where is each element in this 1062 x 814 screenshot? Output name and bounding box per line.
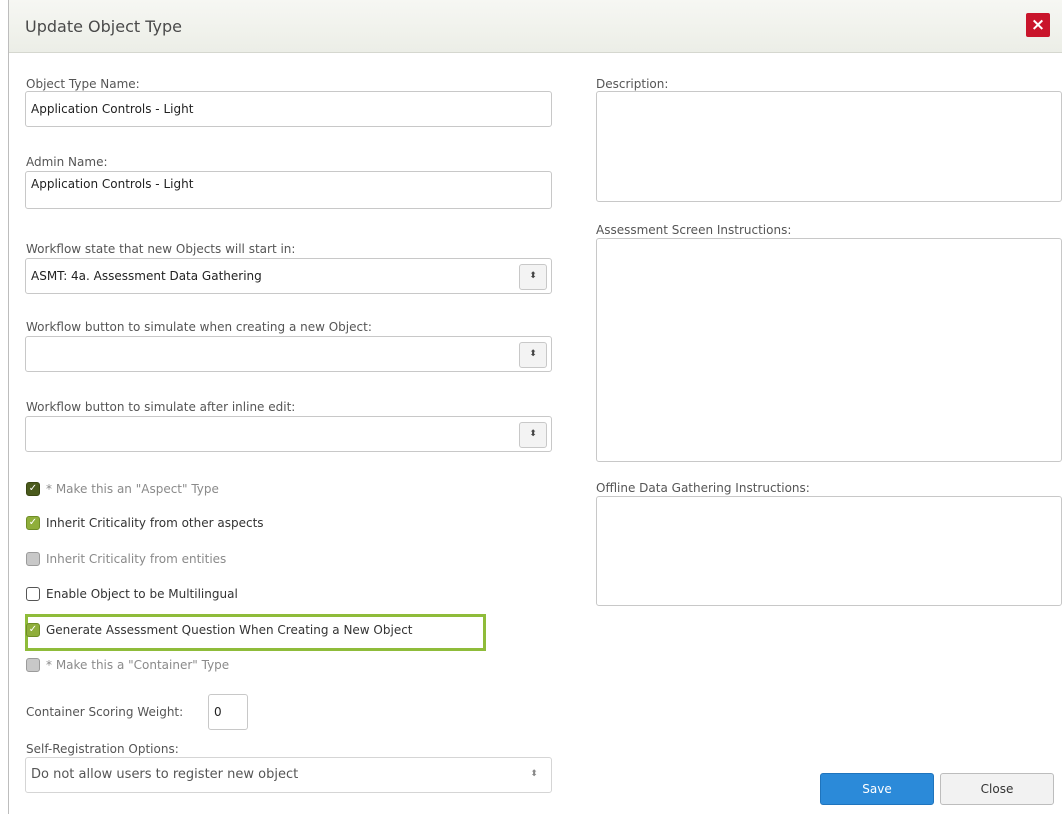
checkbox-inherit-criticality-aspects[interactable]: ✓ Inherit Criticality from other aspects [26, 515, 264, 535]
select-arrows-icon: ⬍ [530, 769, 538, 779]
checkbox-container-type[interactable]: * Make this a "Container" Type [26, 657, 229, 677]
object-type-name-label: Object Type Name: [26, 77, 140, 91]
close-button[interactable]: Close [940, 773, 1054, 805]
select-arrows-icon: ⬍ [519, 264, 547, 290]
description-textarea[interactable] [596, 91, 1062, 202]
dialog-title: Update Object Type [25, 17, 182, 36]
select-arrows-icon: ⬍ [519, 342, 547, 368]
offline-instructions-label: Offline Data Gathering Instructions: [596, 481, 810, 495]
assessment-instructions-textarea[interactable] [596, 238, 1062, 462]
checkbox-aspect-type[interactable]: ✓ * Make this an "Aspect" Type [26, 481, 219, 501]
self-registration-value: Do not allow users to register new objec… [31, 767, 299, 782]
workflow-button-create-label: Workflow button to simulate when creatin… [26, 320, 372, 334]
object-type-name-input[interactable]: Application Controls - Light [25, 91, 552, 127]
checkbox-disabled-icon [26, 551, 40, 566]
workflow-button-inline-label: Workflow button to simulate after inline… [26, 400, 296, 414]
checkbox-multilingual[interactable]: Enable Object to be Multilingual [26, 586, 238, 606]
self-registration-label: Self-Registration Options: [26, 742, 179, 756]
container-scoring-weight-label: Container Scoring Weight: [26, 705, 184, 719]
close-icon[interactable]: × [1026, 13, 1050, 37]
admin-name-input[interactable]: Application Controls - Light [25, 171, 552, 209]
checkbox-generate-assessment-question[interactable]: ✓ Generate Assessment Question When Creat… [26, 622, 413, 642]
checkbox-disabled-icon [26, 657, 40, 672]
workflow-button-create-select[interactable]: ⬍ [25, 336, 552, 372]
self-registration-select[interactable]: Do not allow users to register new objec… [25, 757, 552, 793]
assessment-instructions-label: Assessment Screen Instructions: [596, 223, 792, 237]
update-object-type-dialog: Update Object Type × Object Type Name: A… [8, 0, 1062, 814]
container-scoring-weight-input[interactable]: 0 [208, 694, 248, 730]
checkbox-inherit-criticality-entities[interactable]: Inherit Criticality from entities [26, 551, 226, 571]
save-button[interactable]: Save [820, 773, 934, 805]
workflow-button-inline-select[interactable]: ⬍ [25, 416, 552, 452]
checkbox-unchecked-icon [26, 586, 40, 601]
checkbox-checked-icon: ✓ [26, 481, 40, 496]
description-label: Description: [596, 77, 669, 91]
dialog-titlebar: Update Object Type × [9, 0, 1062, 53]
workflow-start-state-select[interactable]: ASMT: 4a. Assessment Data Gathering ⬍ [25, 258, 552, 294]
select-arrows-icon: ⬍ [519, 422, 547, 448]
admin-name-label: Admin Name: [26, 155, 108, 169]
offline-instructions-textarea[interactable] [596, 496, 1062, 606]
workflow-start-state-label: Workflow state that new Objects will sta… [26, 242, 296, 256]
checkbox-checked-icon: ✓ [26, 515, 40, 530]
checkbox-checked-icon: ✓ [26, 622, 40, 637]
workflow-start-state-value: ASMT: 4a. Assessment Data Gathering [31, 269, 262, 283]
